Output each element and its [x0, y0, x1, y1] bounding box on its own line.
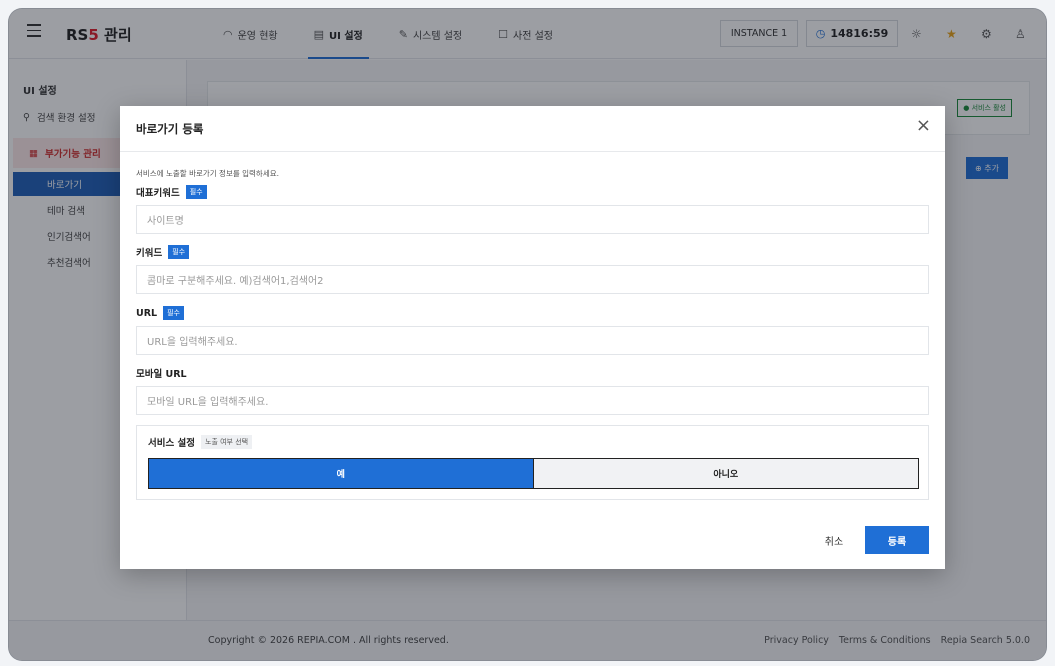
register-button[interactable]: 등록 [865, 526, 929, 554]
modal-description: 서비스에 노출할 바로가기 정보를 입력하세요. [136, 169, 280, 178]
service-toggle: 예 아니오 [148, 458, 919, 489]
field-label-main-keyword: 대표키워드 필수 [136, 185, 207, 199]
close-icon[interactable]: × [916, 117, 931, 135]
service-setting-label: 서비스 설정 노출 여부 선택 [148, 435, 253, 449]
field-label-url: URL 필수 [136, 306, 184, 320]
url-input[interactable]: URL을 입력해주세요. [136, 326, 929, 355]
service-hint: 노출 여부 선택 [201, 435, 253, 449]
shortcut-register-modal: 바로가기 등록 × 서비스에 노출할 바로가기 정보를 입력하세요. 대표키워드… [120, 106, 945, 569]
required-badge: 필수 [168, 245, 190, 259]
keywords-input[interactable]: 콤마로 구분해주세요. 예)검색어1,검색어2 [136, 265, 929, 294]
required-badge: 필수 [185, 185, 207, 199]
field-label-mobile-url: 모바일 URL [136, 369, 187, 380]
service-yes-option[interactable]: 예 [149, 459, 534, 488]
service-no-option[interactable]: 아니오 [533, 459, 918, 488]
modal-title: 바로가기 등록 [136, 122, 204, 136]
required-badge: 필수 [163, 306, 184, 320]
mobile-url-input[interactable]: 모바일 URL을 입력해주세요. [136, 386, 929, 415]
modal-header: 바로가기 등록 × [120, 106, 945, 152]
service-setting-box: 서비스 설정 노출 여부 선택 예 아니오 [136, 425, 929, 500]
main-keyword-input[interactable]: 사이트명 [136, 205, 929, 234]
field-label-keywords: 키워드 필수 [136, 245, 190, 259]
cancel-button[interactable]: 취소 [814, 526, 854, 554]
